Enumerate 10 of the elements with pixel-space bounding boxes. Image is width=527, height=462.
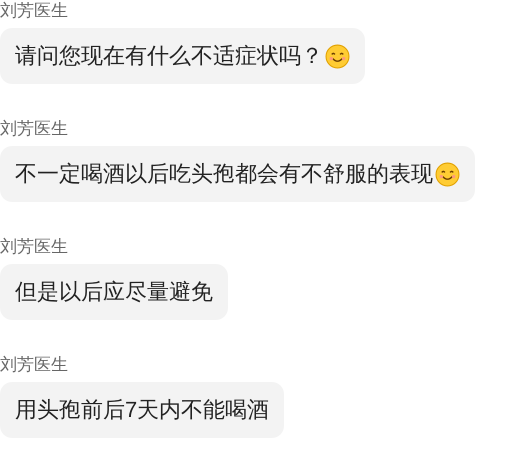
message-text: 但是以后应尽量避免 — [15, 278, 213, 306]
message-text: 不一定喝酒以后吃头孢都会有不舒服的表现 — [15, 160, 433, 188]
smiley-icon — [325, 44, 350, 68]
smiley-icon — [435, 162, 460, 186]
sender-name: 刘芳医生 — [0, 118, 68, 140]
sender-name: 刘芳医生 — [0, 354, 68, 376]
sender-name: 刘芳医生 — [0, 0, 68, 22]
message-text: 请问您现在有什么不适症状吗？ — [15, 42, 323, 70]
message-text: 用头孢前后7天内不能喝酒 — [15, 396, 270, 424]
sender-name: 刘芳医生 — [0, 236, 68, 258]
